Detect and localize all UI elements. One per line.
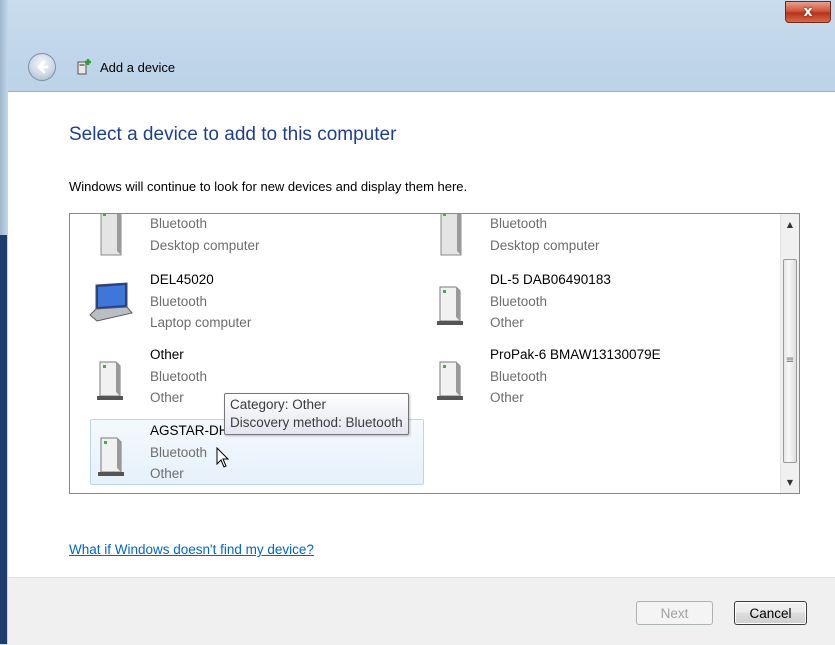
window-title: Add a device <box>100 60 176 75</box>
desktop-tower-icon <box>100 214 122 256</box>
device-category: Other <box>150 390 184 405</box>
close-button[interactable]: x <box>785 1 831 23</box>
device-category: Other <box>490 390 524 405</box>
scroll-up-arrow-icon[interactable]: ▲ <box>781 216 799 233</box>
add-device-icon <box>77 59 91 75</box>
device-item[interactable]: DL-5 DAB06490183 Bluetooth Other <box>415 269 749 335</box>
title-bar: x Add a device <box>8 0 835 100</box>
vertical-scrollbar[interactable]: ▲ ≡ ▼ <box>780 214 799 493</box>
generic-device-icon <box>437 286 463 325</box>
generic-device-icon <box>98 437 124 476</box>
device-category: Other <box>490 315 524 330</box>
device-category: Laptop computer <box>150 315 252 330</box>
device-name: DL-5 DAB06490183 <box>490 272 611 287</box>
device-category: Desktop computer <box>490 237 600 253</box>
device-item[interactable]: Bluetooth Desktop computer <box>75 214 409 265</box>
device-item[interactable]: Bluetooth Desktop computer <box>415 214 749 265</box>
scroll-down-arrow-icon[interactable]: ▼ <box>781 474 799 491</box>
device-name: DEL45020 <box>150 272 214 287</box>
device-name: Other <box>150 347 184 362</box>
device-type: Bluetooth <box>490 293 548 309</box>
close-icon: x <box>803 4 813 20</box>
device-category: Desktop computer <box>150 237 260 253</box>
back-button[interactable] <box>28 53 56 81</box>
next-button[interactable]: Next <box>636 601 713 625</box>
cancel-button[interactable]: Cancel <box>734 601 807 625</box>
device-type: Bluetooth <box>490 368 548 384</box>
device-item[interactable]: DEL45020 Bluetooth Laptop computer <box>75 269 409 335</box>
generic-device-icon <box>437 361 463 400</box>
grip-icon: ≡ <box>785 355 795 366</box>
device-type: Bluetooth <box>490 216 548 231</box>
help-link[interactable]: What if Windows doesn't find my device? <box>69 542 314 557</box>
tooltip-discovery: Discovery method: Bluetooth <box>230 415 403 430</box>
dialog-footer: Next Cancel <box>8 577 835 645</box>
page-subtext: Windows will continue to look for new de… <box>69 179 468 194</box>
mouse-cursor-icon <box>216 447 230 468</box>
dialog-content: Select a device to add to this computer … <box>8 91 835 578</box>
device-type: Bluetooth <box>150 368 208 384</box>
device-name: ProPak-6 BMAW13130079E <box>490 347 661 362</box>
tooltip: Category: Other Discovery method: Blueto… <box>224 393 409 435</box>
generic-device-icon <box>97 361 123 400</box>
back-arrow-icon <box>37 60 49 74</box>
device-item[interactable]: ProPak-6 BMAW13130079E Bluetooth Other <box>415 344 749 410</box>
tooltip-category: Category: Other <box>230 397 327 412</box>
device-type: Bluetooth <box>150 216 208 231</box>
device-type: Bluetooth <box>150 293 208 309</box>
device-list[interactable]: Bluetooth Desktop computer Bluetooth Des… <box>69 213 800 494</box>
scrollbar-thumb[interactable]: ≡ <box>783 259 797 463</box>
desktop-tower-icon <box>440 214 462 256</box>
page-heading: Select a device to add to this computer <box>69 124 397 145</box>
laptop-icon <box>89 282 133 322</box>
background-window-edge <box>0 235 7 644</box>
